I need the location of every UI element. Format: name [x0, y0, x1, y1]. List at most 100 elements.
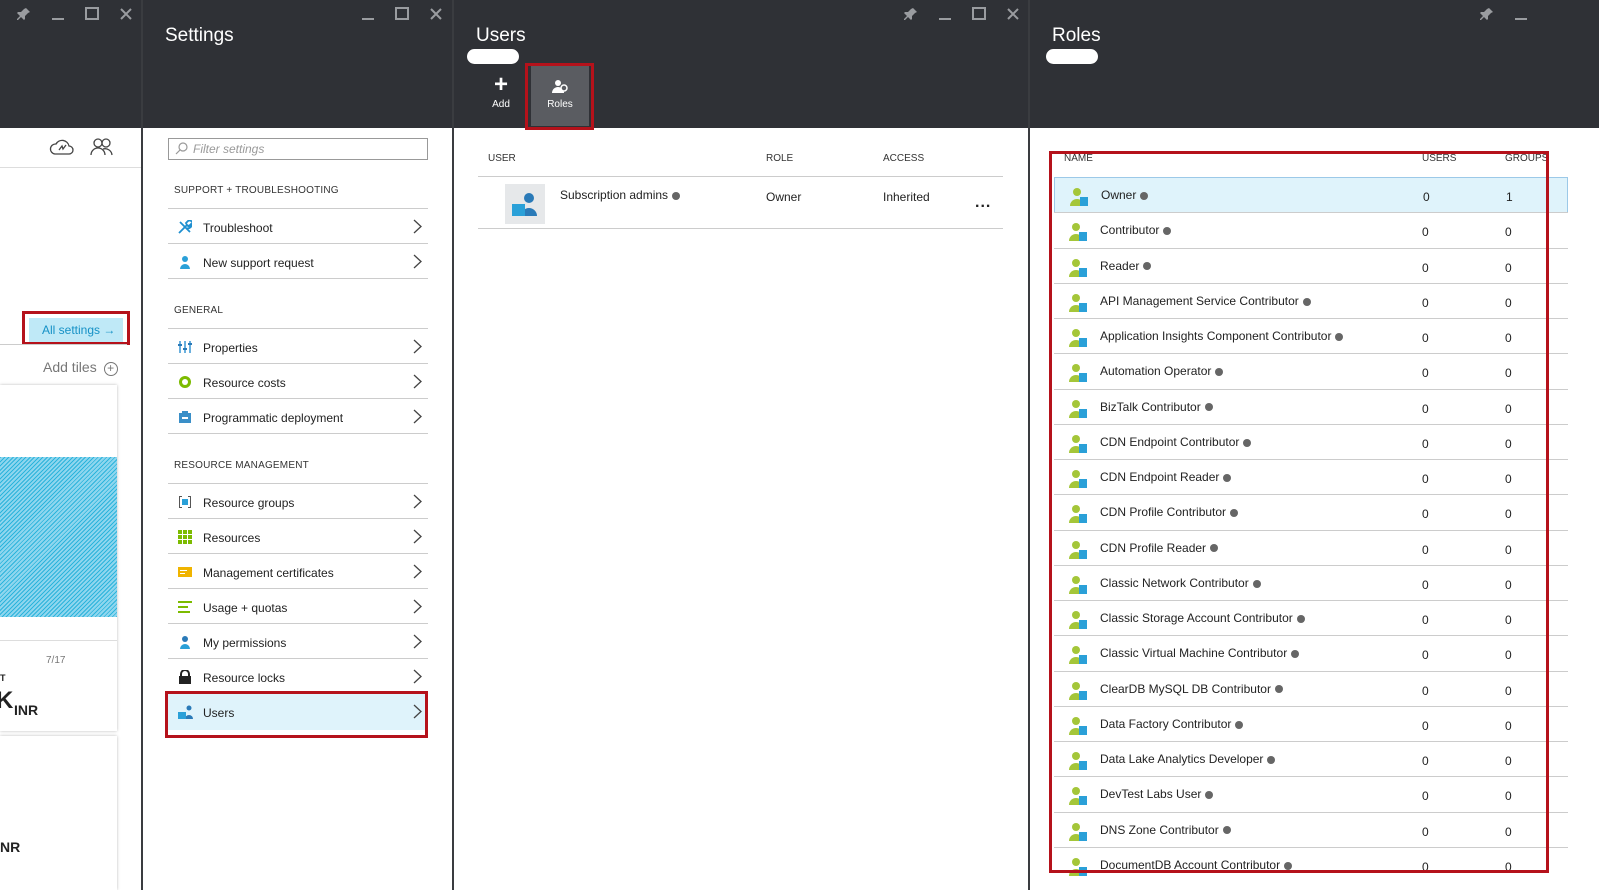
- users-title: Users: [476, 25, 526, 46]
- cost-chart-area: [0, 457, 117, 617]
- plus-icon: +: [493, 71, 508, 98]
- usage-bars-icon: [178, 600, 192, 614]
- close-icon[interactable]: [116, 4, 136, 24]
- users-subtitle-redacted: [467, 49, 519, 64]
- chevron-right-icon: [413, 219, 422, 237]
- settings-item-programmatic-deployment[interactable]: Programmatic deployment: [168, 398, 428, 434]
- all-settings-link[interactable]: All settings →: [29, 318, 123, 342]
- resource-groups-icon: [178, 495, 192, 509]
- all-settings-label: All settings: [42, 323, 101, 337]
- dashboard-toolbar: [0, 128, 141, 168]
- settings-item-label: Resources: [203, 531, 261, 545]
- section-general: GENERAL: [174, 305, 224, 316]
- user-name: Subscription admins: [560, 188, 669, 202]
- column-user: USER: [488, 153, 516, 164]
- settings-item-resource-locks[interactable]: Resource locks: [168, 658, 428, 694]
- user-access: Inherited: [883, 190, 930, 204]
- settings-item-management-certificates[interactable]: Management certificates: [168, 553, 428, 589]
- users-item-highlight: [165, 691, 428, 738]
- currency-label: INR: [14, 702, 39, 718]
- settings-item-label: My permissions: [203, 636, 287, 650]
- section-support-troubleshooting: SUPPORT + TROUBLESHOOTING: [174, 185, 339, 196]
- lock-icon: [178, 669, 192, 684]
- users-icon[interactable]: [89, 137, 115, 162]
- user-role: Owner: [766, 190, 802, 204]
- plus-circle-icon: +: [103, 362, 118, 376]
- close-icon[interactable]: [1003, 4, 1023, 24]
- dashboard-blade: All settings → Add tiles + 7/17 T K INR …: [0, 0, 141, 890]
- person-icon: [178, 635, 192, 649]
- section-resource-management: RESOURCE MANAGEMENT: [174, 460, 309, 471]
- settings-item-resources[interactable]: Resources: [168, 518, 428, 554]
- settings-item-label: Troubleshoot: [203, 221, 273, 235]
- deployment-icon: [178, 410, 192, 424]
- settings-item-label: Properties: [203, 341, 258, 355]
- pin-icon[interactable]: [1477, 4, 1497, 24]
- add-tiles-label: Add tiles: [43, 359, 97, 375]
- chevron-right-icon: [413, 494, 422, 512]
- roles-table-highlight: [1049, 151, 1549, 873]
- column-access: ACCESS: [883, 153, 925, 164]
- chevron-right-icon: [413, 254, 422, 272]
- settings-item-troubleshoot[interactable]: Troubleshoot: [168, 208, 428, 244]
- cost-circle-icon: [178, 375, 192, 389]
- add-label: Add: [492, 99, 510, 110]
- dashboard-blade-header: [0, 0, 141, 128]
- add-button[interactable]: + Add: [472, 66, 530, 126]
- settings-item-label: Management certificates: [203, 566, 334, 580]
- roles-title: Roles: [1052, 25, 1101, 46]
- chevron-right-icon: [413, 374, 422, 392]
- date-tick-label: 7/17: [46, 655, 66, 666]
- chevron-right-icon: [413, 634, 422, 652]
- cost-tile-2[interactable]: NR: [0, 736, 117, 890]
- column-role: ROLE: [766, 153, 794, 164]
- cloud-shell-icon[interactable]: [49, 138, 75, 161]
- users-table-row[interactable]: Subscription admins Owner Inherited ...: [478, 176, 1003, 229]
- roles-button-highlight: [525, 63, 594, 130]
- chevron-right-icon: [413, 339, 422, 357]
- minimize-icon[interactable]: [358, 4, 378, 24]
- settings-item-label: Resource costs: [203, 376, 286, 390]
- close-icon[interactable]: [426, 4, 446, 24]
- chevron-right-icon: [413, 599, 422, 617]
- info-icon[interactable]: [672, 191, 681, 200]
- maximize-icon[interactable]: [392, 4, 412, 24]
- minimize-icon[interactable]: [1511, 4, 1531, 24]
- chevron-right-icon: [413, 529, 422, 547]
- settings-blade-header: Settings: [143, 0, 452, 128]
- pin-icon[interactable]: [901, 4, 921, 24]
- add-tiles-button[interactable]: Add tiles +: [43, 359, 118, 376]
- more-options-button[interactable]: ...: [975, 194, 991, 212]
- user-avatar: [505, 184, 545, 224]
- chevron-right-icon: [413, 564, 422, 582]
- settings-item-new-support-request[interactable]: New support request: [168, 243, 428, 279]
- settings-item-resource-costs[interactable]: Resource costs: [168, 363, 428, 399]
- roles-blade-header: Roles: [1030, 0, 1599, 128]
- settings-item-usage-quotas[interactable]: Usage + quotas: [168, 588, 428, 624]
- settings-item-label: New support request: [203, 256, 314, 270]
- users-blade: Users + Add Roles: [454, 0, 1028, 890]
- support-person-icon: [178, 255, 192, 269]
- roles-subtitle-redacted: [1046, 49, 1098, 64]
- settings-title: Settings: [165, 25, 234, 46]
- minimize-icon[interactable]: [48, 4, 68, 24]
- settings-item-resource-groups[interactable]: Resource groups: [168, 483, 428, 519]
- wrench-icon: [178, 219, 194, 234]
- currency-label-2: NR: [0, 839, 21, 855]
- maximize-icon[interactable]: [82, 4, 102, 24]
- filter-placeholder: Filter settings: [193, 142, 265, 156]
- pin-icon[interactable]: [14, 4, 34, 24]
- cost-value: K: [0, 687, 14, 714]
- chevron-right-icon: [413, 409, 422, 427]
- chevron-right-icon: [413, 669, 422, 687]
- cost-tile[interactable]: 7/17 T K INR: [0, 385, 117, 731]
- settings-item-label: Usage + quotas: [203, 601, 288, 615]
- properties-icon: [178, 340, 192, 354]
- settings-blade: Settings: [143, 0, 452, 890]
- arrow-right-icon: →: [103, 323, 116, 337]
- settings-item-my-permissions[interactable]: My permissions: [168, 623, 428, 659]
- filter-settings-input[interactable]: Filter settings: [168, 138, 428, 160]
- maximize-icon[interactable]: [969, 4, 989, 24]
- settings-item-properties[interactable]: Properties: [168, 328, 428, 364]
- minimize-icon[interactable]: [935, 4, 955, 24]
